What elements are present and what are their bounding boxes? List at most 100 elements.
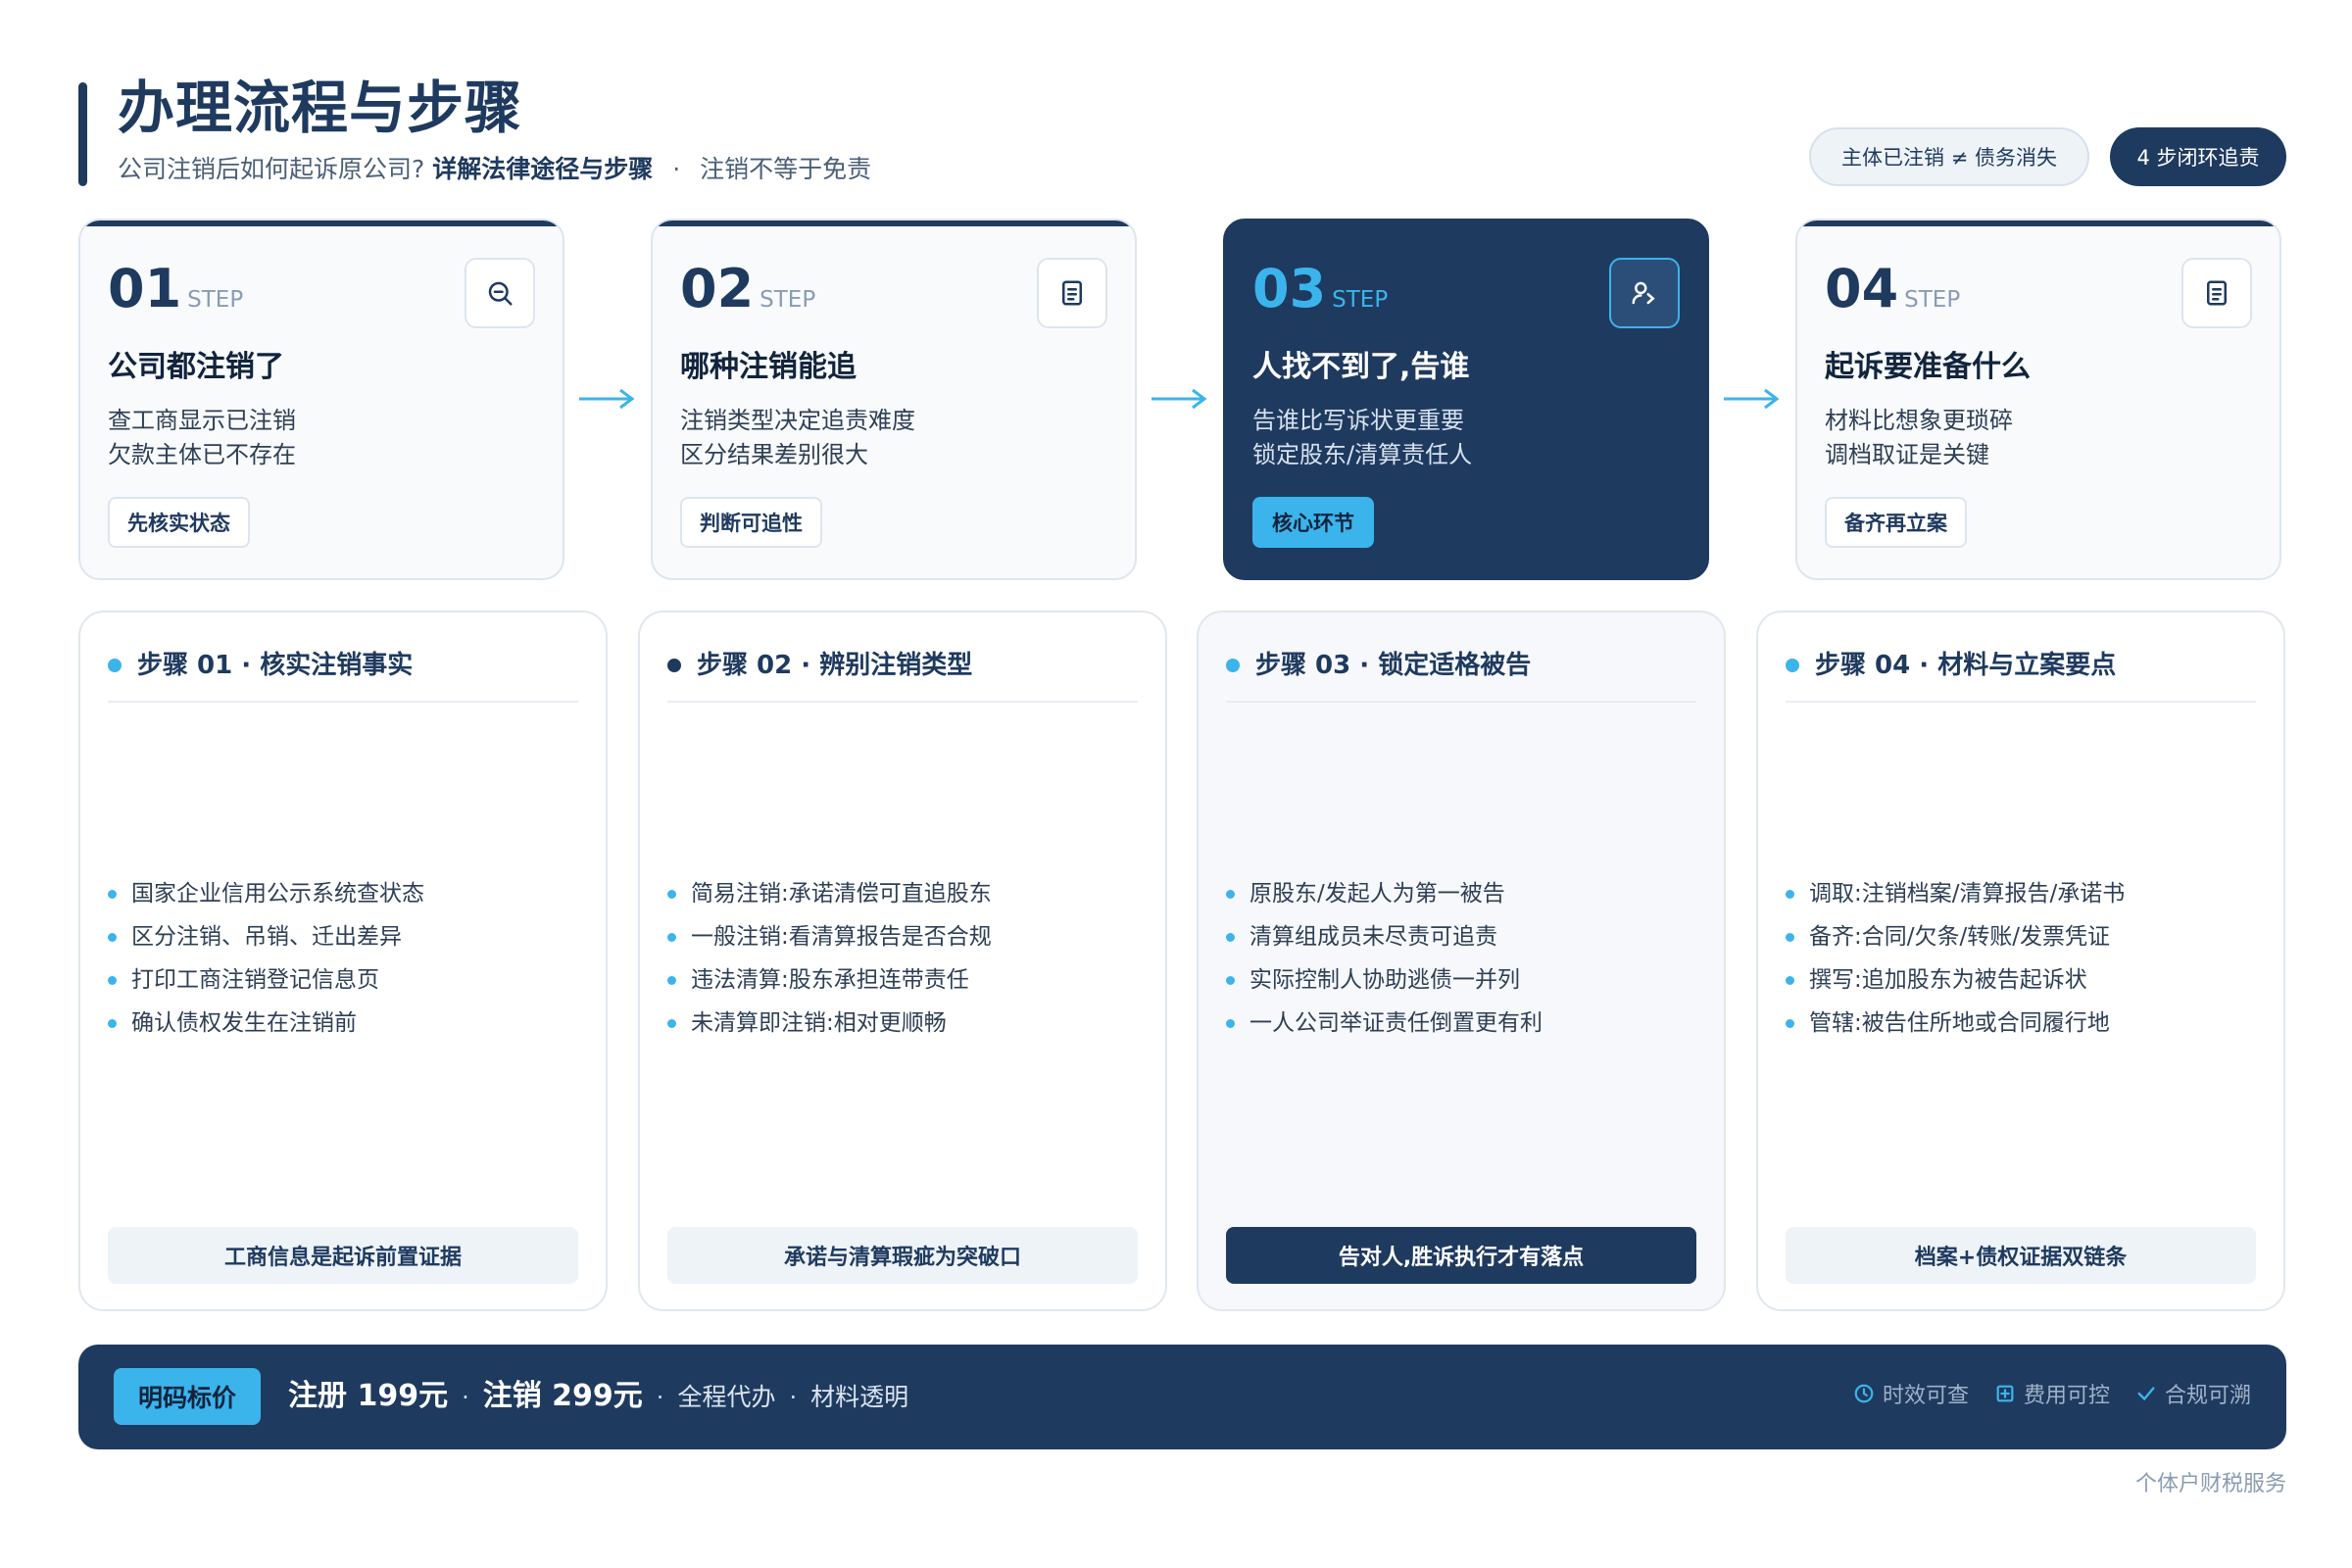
steps-count-pill: 4 步闭环追责 [2110,127,2286,186]
detail-list: 简易注销:承诺清偿可直追股东 一般注销:看清算报告是否合规 违法清算:股东承担连… [667,872,992,1045]
document-icon [2181,258,2252,328]
service-label: 材料透明 [810,1383,909,1411]
detail-list: 调取:注销档案/清算报告/承诺书 备齐:合同/欠条/转账/发票凭证 撰写:追加股… [1786,872,2125,1045]
step-name: 起诉要准备什么 [1825,350,2031,384]
step-name: 公司都注销了 [108,350,284,384]
list-item: 撰写:追加股东为被告起诉状 [1786,958,2125,1002]
price-separator: · [462,1384,469,1411]
step-desc-line: 调档取证是关键 [1825,441,1989,468]
title-accent-bar [78,82,87,186]
list-item: 区分注销、吊销、迁出差异 [108,915,424,958]
subtitle-separator: · [672,155,681,183]
step-tag: 备齐再立案 [1825,497,1967,548]
bullet-dot-icon [108,659,122,672]
list-item: 调取:注销档案/清算报告/承诺书 [1786,872,2125,915]
feature-label: 费用可控 [2023,1384,2110,1408]
arrow-right-icon [579,388,635,410]
price-separator: · [789,1384,798,1411]
feature-item: 合规可溯 [2135,1378,2251,1409]
step-card-02[interactable]: 02 STEP 哪种注销能追 注销类型决定追责难度 区分结果差别很大 判断可追性 [651,219,1137,580]
step-desc-line: 注销类型决定追责难度 [680,407,915,434]
register-price: 注册 199元 [288,1379,449,1413]
arrow-right-icon [1152,388,1207,410]
footer-brand: 个体户财税服务 [2134,1472,2286,1496]
list-item: 国家企业信用公示系统查状态 [108,872,424,915]
price-separator: · [656,1384,664,1411]
detail-footer-note: 档案+债权证据双链条 [1786,1227,2256,1284]
step-number: 01 STEP [108,258,244,319]
detail-card-02: 步骤 02 · 辨别注销类型 简易注销:承诺清偿可直追股东 一般注销:看清算报告… [638,611,1167,1311]
detail-card-01: 步骤 01 · 核实注销事实 国家企业信用公示系统查状态 区分注销、吊销、迁出差… [78,611,608,1311]
detail-footer-note: 承诺与清算瑕疵为突破口 [667,1227,1138,1284]
document-icon [1037,258,1107,328]
service-label: 全程代办 [677,1383,776,1411]
detail-header: 步骤 03 · 锁定适格被告 [1226,648,1696,703]
check-icon [2137,1387,2155,1401]
list-item: 实际控制人协助逃债一并列 [1226,958,1543,1002]
step-desc-line: 区分结果差别很大 [680,441,868,468]
list-item: 清算组成员未尽责可追责 [1226,915,1543,958]
price-badge: 明码标价 [114,1368,261,1425]
detail-list: 原股东/发起人为第一被告 清算组成员未尽责可追责 实际控制人协助逃债一并列 一人… [1226,872,1543,1045]
bullet-dot-icon [667,659,681,672]
detail-title: 步骤 01 · 核实注销事实 [137,651,414,680]
list-item: 简易注销:承诺清偿可直追股东 [667,872,992,915]
step-card-01[interactable]: 01 STEP 公司都注销了 查工商显示已注销 欠款主体已不存在 先核实状态 [78,219,564,580]
step-desc-line: 查工商显示已注销 [108,407,296,434]
list-item: 打印工商注销登记信息页 [108,958,424,1002]
step-tag: 先核实状态 [108,497,250,548]
bullet-dot-icon [1226,659,1240,672]
detail-card-04: 步骤 04 · 材料与立案要点 调取:注销档案/清算报告/承诺书 备齐:合同/欠… [1756,611,2285,1311]
price-summary: 注册 199元 · 注销 299元 · 全程代办 · 材料透明 [288,1374,908,1420]
plus-square-icon [1996,1385,2014,1402]
step-number: 03 STEP [1252,258,1389,319]
step-card-04[interactable]: 04 STEP 起诉要准备什么 材料比想象更琐碎 调档取证是关键 备齐再立案 [1795,219,2281,580]
subtitle-tail: 注销不等于免责 [700,155,872,183]
list-item: 原股东/发起人为第一被告 [1226,872,1543,915]
clock-icon [1854,1384,1874,1403]
detail-title: 步骤 04 · 材料与立案要点 [1815,651,2117,680]
detail-title: 步骤 03 · 锁定适格被告 [1255,651,1532,680]
feature-item: 费用可控 [1994,1378,2110,1409]
feature-label: 时效可查 [1882,1384,1969,1408]
feature-item: 时效可查 [1853,1378,1969,1409]
list-item: 未清算即注销:相对更顺畅 [667,1002,992,1045]
subtitle-lead: 公司注销后如何起诉原公司? [118,155,425,183]
list-item: 违法清算:股东承担连带责任 [667,958,992,1002]
list-item: 确认债权发生在注销前 [108,1002,424,1045]
list-item: 一人公司举证责任倒置更有利 [1226,1002,1543,1045]
page-subtitle: 公司注销后如何起诉原公司? 详解法律途径与步骤 · 注销不等于免责 [118,153,871,186]
step-tag: 核心环节 [1252,497,1374,548]
detail-footer-note: 告对人,胜诉执行才有落点 [1226,1227,1696,1284]
detail-footer-note: 工商信息是起诉前置证据 [108,1227,578,1284]
step-card-03[interactable]: 03 STEP 人找不到了,告谁 告谁比写诉状更重要 锁定股东/清算责任人 核心环… [1223,219,1709,580]
step-tag: 判断可追性 [680,497,822,548]
feature-list: 时效可查 费用可控 合规可溯 [1853,1378,2251,1409]
step-name: 人找不到了,告谁 [1252,350,1470,384]
detail-list: 国家企业信用公示系统查状态 区分注销、吊销、迁出差异 打印工商注销登记信息页 确… [108,872,424,1045]
step-number: 04 STEP [1825,258,1961,319]
detail-title: 步骤 02 · 辨别注销类型 [697,651,973,680]
arrow-right-icon [1724,388,1780,410]
list-item: 备齐:合同/欠条/转账/发票凭证 [1786,915,2125,958]
detail-header: 步骤 02 · 辨别注销类型 [667,648,1138,703]
list-item: 管辖:被告住所地或合同履行地 [1786,1002,2125,1045]
step-desc-line: 欠款主体已不存在 [108,441,296,468]
search-minus-icon [465,258,535,328]
page-title: 办理流程与步骤 [118,74,523,141]
cancel-price: 注销 299元 [482,1379,643,1413]
bullet-dot-icon [1786,659,1799,672]
subtitle-strong: 详解法律途径与步骤 [432,155,654,183]
detail-header: 步骤 01 · 核实注销事实 [108,648,578,703]
step-desc-line: 材料比想象更琐碎 [1825,407,2013,434]
step-desc-line: 告谁比写诉状更重要 [1252,407,1464,434]
list-item: 一般注销:看清算报告是否合规 [667,915,992,958]
step-desc-line: 锁定股东/清算责任人 [1252,441,1473,468]
pricing-bar: 明码标价 注册 199元 · 注销 299元 · 全程代办 · 材料透明 时效可查 费用可控… [78,1345,2286,1449]
detail-header: 步骤 04 · 材料与立案要点 [1786,648,2256,703]
detail-card-03: 步骤 03 · 锁定适格被告 原股东/发起人为第一被告 清算组成员未尽责可追责 … [1197,611,1726,1311]
feature-label: 合规可溯 [2164,1384,2251,1408]
user-arrow-icon [1609,258,1680,328]
status-pill: 主体已注销 ≠ 债务消失 [1809,127,2089,186]
step-name: 哪种注销能追 [680,350,857,384]
